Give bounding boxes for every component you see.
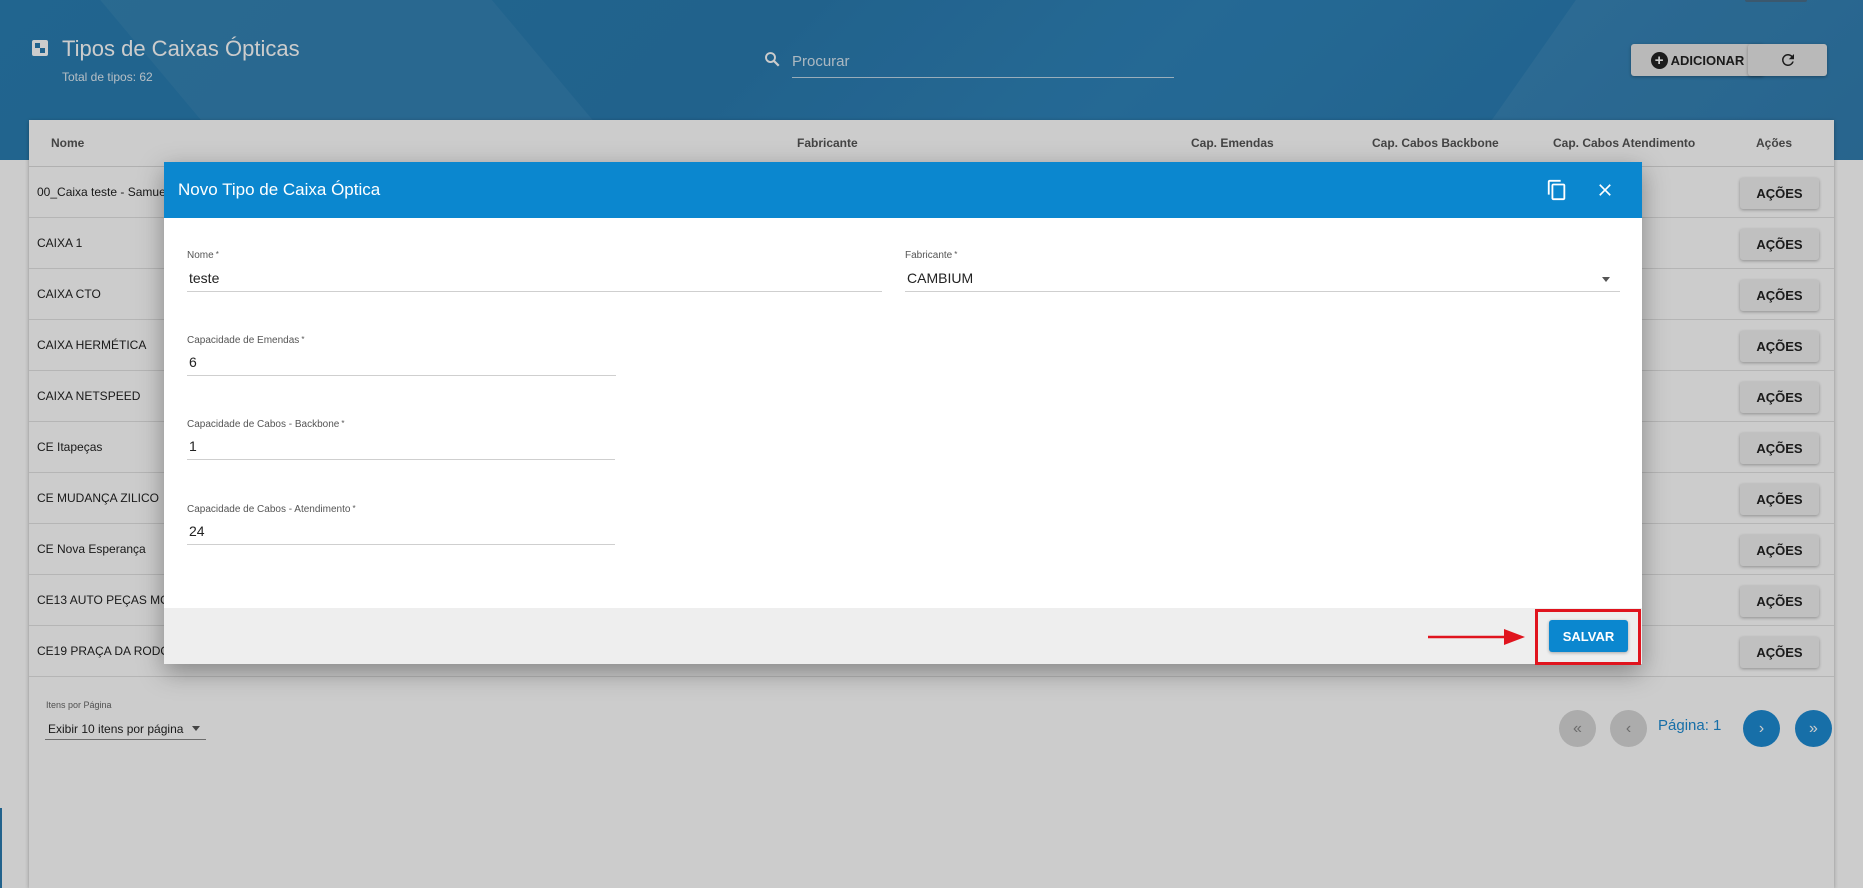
dialog-title: Novo Tipo de Caixa Óptica <box>178 180 381 199</box>
atendimento-label: Capacidade de Cabos - Atendimento * <box>187 504 356 515</box>
chevron-down-icon <box>1602 277 1610 282</box>
save-button[interactable]: SALVAR <box>1549 620 1628 652</box>
backbone-field[interactable]: 1 <box>187 434 615 460</box>
nome-label: Nome * <box>187 250 219 261</box>
atendimento-field[interactable]: 24 <box>187 519 615 545</box>
arrow-annotation-icon <box>1428 629 1525 645</box>
emendas-label: Capacidade de Emendas * <box>187 335 305 346</box>
backbone-label: Capacidade de Cabos - Backbone * <box>187 419 345 430</box>
fabricante-value: CAMBIUM <box>907 270 974 286</box>
fabricante-select[interactable]: CAMBIUM <box>905 266 1620 292</box>
nome-field[interactable]: teste <box>187 266 882 292</box>
close-icon[interactable] <box>1595 180 1615 200</box>
emendas-field[interactable]: 6 <box>187 350 616 376</box>
fabricante-label: Fabricante * <box>905 250 958 261</box>
dialog-header: Novo Tipo de Caixa Óptica <box>164 162 1642 218</box>
new-box-type-dialog: Novo Tipo de Caixa Óptica Nome * teste Fa… <box>164 162 1642 664</box>
copy-icon[interactable] <box>1546 179 1568 201</box>
dialog-footer <box>164 608 1642 664</box>
